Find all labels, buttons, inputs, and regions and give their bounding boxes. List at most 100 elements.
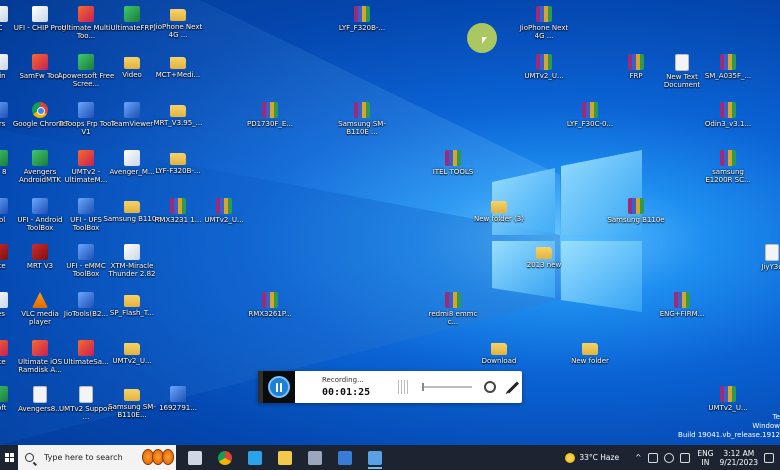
screen-recorder-toolbar: Recording... 00:01:25 [258,371,522,403]
desktop-icon[interactable]: 1692791... [148,384,208,430]
app3-icon [32,150,48,166]
desktop-icon[interactable]: UMTv2_U... [194,196,254,242]
desktop-icon-label: samsung E1200R SC... [705,168,751,184]
desktop-icon[interactable]: 2013 new [514,242,574,288]
desktop-icon-label: UMTv2_U... [524,72,564,80]
file-explorer-taskbar-icon [278,450,292,465]
clock[interactable]: 3:12 AM 9/21/2023 [720,449,758,467]
desktop-icon[interactable]: Samsung SM-B110E ... [332,100,392,146]
doc-icon [675,54,689,71]
desktop-icon[interactable]: MRT_V3.95_... [148,100,208,146]
desktop-icon[interactable]: New folder [560,338,620,384]
rar-icon [536,6,552,22]
mail-taskbar-button[interactable] [330,445,360,470]
watermark-line-3: Build 19041.vb_release.1912 [678,431,780,439]
desktop-icon[interactable]: SP_Flash_T... [102,290,162,336]
rar-icon [628,54,644,70]
doc-icon [79,386,93,403]
desktop-icon[interactable]: ITEL TOOLS [423,148,483,194]
desktop-icon[interactable]: UMTv2_U... [514,52,574,98]
rar-icon [354,102,370,118]
task-view-button[interactable] [180,445,210,470]
desktop-icon[interactable]: Samsung B110e [606,196,666,242]
webcam-icon[interactable] [484,381,496,393]
mail-taskbar-icon [338,450,352,465]
desktop-icon-label: UMTv2_U... [112,357,152,365]
edge-taskbar-button[interactable] [240,445,270,470]
desktop-icon[interactable]: JioPhone Next 4G ... [148,4,208,50]
file-explorer-taskbar-button[interactable] [270,445,300,470]
recording-status: Recording... [322,376,364,384]
doc-icon [765,244,779,261]
folder-icon [124,343,140,355]
desktop-icon[interactable]: Odin3_v3.1... [698,100,758,146]
weather-text[interactable]: 33°C Haze [579,453,619,462]
pen-annotation-icon[interactable] [506,380,520,394]
desktop-icon[interactable]: redmi8 emmc c... [423,290,483,336]
desktop-icon[interactable]: ENG+FIRM... [652,290,712,336]
desktop-icon[interactable]: LYF-F320B-... [148,148,208,194]
chevron-up-icon[interactable]: ^ [635,453,641,462]
pause-recording-button[interactable] [263,371,295,403]
halloween-pumpkins-icon [142,449,174,465]
desktop-icon[interactable]: PD1730F_E... [240,100,300,146]
volume-icon[interactable] [680,452,691,463]
desktop-icon-label: 1692791... [159,404,197,412]
chrome-taskbar-icon [218,450,232,465]
language-indicator[interactable]: ENG IN [697,449,713,467]
mouse-pointer-icon [482,37,487,44]
search-placeholder: Type here to search [44,453,123,462]
desktop-icon[interactable]: samsung E1200R SC... [698,148,758,194]
windows-build-watermark: Te Window Build 19041.vb_release.1912 [678,413,780,440]
rar-icon [720,54,736,70]
taskbar-search-box[interactable]: Type here to search [18,445,176,470]
app2-icon [78,150,94,166]
desktop-icon-label: New folder [571,357,609,365]
desktop-icon[interactable]: MCT+Medi... [148,52,208,98]
app5-icon [32,244,48,260]
app1-icon [0,6,8,22]
desktop-icon[interactable]: New folder (3) [469,196,529,242]
desktop[interactable]: CUFI - CHIP ProgUltimate Multi Too...Ult… [0,0,780,445]
volume-slider[interactable] [422,383,472,391]
clock-time: 3:12 AM [723,448,755,458]
rar-icon [216,198,232,214]
desktop-icon-label: LYF_F320B-... [338,24,386,32]
desktop-icon-label: MRT_V3.95_... [153,119,203,127]
store-taskbar-button[interactable] [300,445,330,470]
desktop-icon-label: 2013 new [526,261,562,269]
recording-timer: 00:01:25 [322,387,371,398]
doc-icon [33,386,47,403]
desktop-icon[interactable]: JiyY3u [742,242,780,288]
network-icon[interactable] [664,452,675,463]
desktop-icon[interactable]: LYF_F320B-... [332,4,392,50]
app-tray-icon[interactable] [648,452,659,463]
windows-logo-icon [4,453,14,462]
search-icon [25,453,34,462]
start-button[interactable] [0,445,18,470]
rar-icon [674,292,690,308]
photos-taskbar-button[interactable] [360,445,390,470]
folder-icon [536,247,552,259]
app4-icon [78,292,94,308]
rar-icon [445,292,461,308]
taskbar-pinned-apps [180,445,390,470]
notifications-icon[interactable] [764,452,774,463]
desktop-icon[interactable]: UMTv2_U... [102,338,162,384]
app4-icon [78,102,94,118]
desktop-icon[interactable]: LYF_F30C-0... [560,100,620,146]
rar-icon [628,198,644,214]
desktop-icon[interactable]: RMX3261P... [240,290,300,336]
desktop-icon-label: ENG+FIRM... [659,310,705,318]
task-view-icon [188,450,202,465]
chrome-taskbar-button[interactable] [210,445,240,470]
folder-icon [124,57,140,69]
desktop-icon-label: redmi8 emmc c... [428,310,478,326]
pause-icon [268,376,290,398]
rar-icon [720,150,736,166]
desktop-icon[interactable]: SM_A035F_... [698,52,758,98]
folder-icon [124,295,140,307]
desktop-icon[interactable]: XTM-Miracle Thunder 2.82 [102,242,162,288]
weather-icon[interactable] [565,452,576,463]
desktop-icon[interactable]: JioPhone Next 4G ... [514,4,574,50]
